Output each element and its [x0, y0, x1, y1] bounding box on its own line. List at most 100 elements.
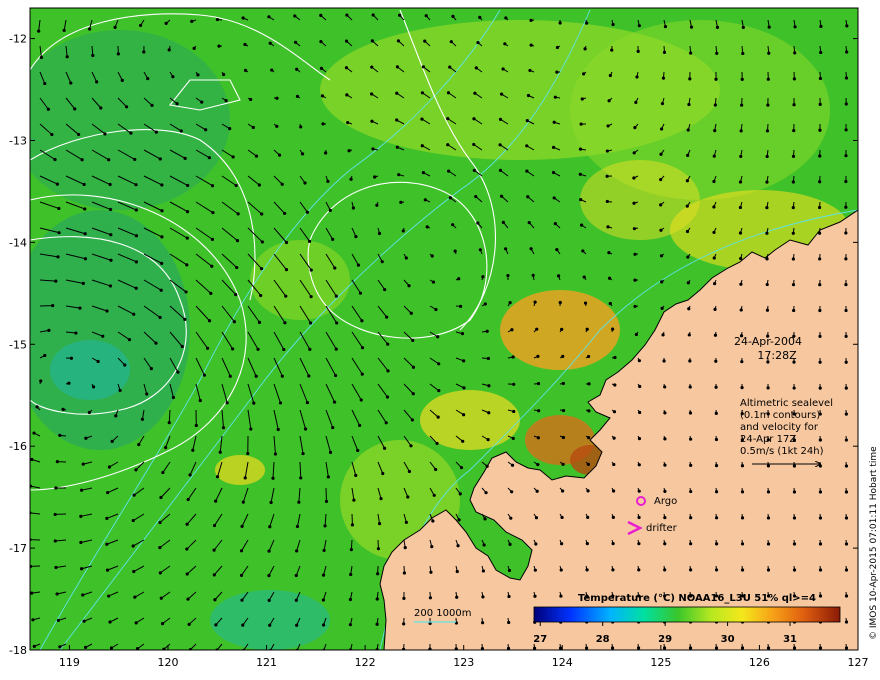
velocity-arrow-head [212, 573, 216, 577]
velocity-arrow-head [607, 99, 611, 103]
velocity-arrow-head [164, 445, 168, 450]
velocity-arrow-head [533, 568, 537, 572]
velocity-arrow-head [235, 265, 239, 270]
velocity-arrow-head [765, 308, 770, 312]
velocity-arrow-head [228, 126, 232, 131]
velocity-arrow-head [792, 490, 797, 494]
velocity-arrow-head [212, 523, 217, 528]
velocity-arrow-head [231, 155, 235, 159]
velocity-arrow-head [54, 279, 58, 283]
velocity-arrow-head [424, 14, 428, 18]
velocity-arrow-head [739, 129, 743, 133]
velocity-arrow-head [259, 267, 264, 271]
velocity-arrow-head [638, 410, 642, 415]
velocity-arrow-head [321, 623, 326, 627]
velocity-arrow-head [486, 438, 490, 442]
velocity-arrow-head [553, 221, 557, 226]
velocity-arrow-head [222, 72, 226, 77]
velocity-arrow-head [108, 620, 112, 624]
velocity-arrow-head [712, 256, 716, 260]
velocity-arrow-head [187, 622, 191, 626]
velocity-arrow-head [844, 154, 848, 158]
velocity-arrow-head [503, 247, 508, 251]
velocity-arrow-head [58, 433, 62, 438]
velocity-arrow-head [328, 208, 332, 212]
velocity-arrow-head [689, 25, 694, 29]
velocity-arrow-head [455, 569, 459, 574]
velocity-arrow-head [324, 151, 328, 155]
velocity-arrow-head [134, 286, 138, 290]
velocity-arrow-head [509, 516, 513, 520]
x-tick-label: 126 [749, 656, 770, 669]
velocity-arrow-head [844, 283, 848, 287]
velocity-arrow-head [612, 410, 617, 414]
velocity-arrow-head [485, 464, 489, 468]
velocity-arrow-head [260, 240, 264, 244]
velocity-arrow-head [818, 283, 822, 287]
velocity-arrow-head [134, 208, 138, 212]
velocity-arrow-head [403, 546, 407, 550]
velocity-arrow-head [536, 381, 541, 386]
velocity-arrow-head [559, 594, 563, 598]
velocity-arrow-head [386, 342, 390, 346]
velocity-arrow-head [459, 466, 464, 470]
velocity-arrow-head [508, 300, 512, 305]
velocity-arrow-head [210, 264, 214, 268]
velocity-arrow-head [47, 328, 51, 333]
velocity-arrow-head [158, 571, 162, 575]
velocity-arrow-head [407, 284, 411, 288]
velocity-arrow-head [91, 385, 96, 389]
velocity-arrow-head [109, 646, 114, 650]
colorbar-tick-label: 30 [721, 634, 735, 645]
velocity-arrow-head [579, 197, 583, 202]
velocity-arrow-head [371, 147, 375, 151]
velocity-arrow-head [499, 194, 504, 198]
velocity-arrow-head [606, 124, 610, 128]
velocity-arrow-head [91, 53, 95, 58]
velocity-arrow-head [512, 382, 516, 386]
velocity-arrow-head [474, 66, 478, 70]
velocity-arrow-head [460, 332, 465, 336]
velocity-arrow-head [436, 415, 440, 419]
velocity-arrow-head [844, 102, 848, 106]
velocity-arrow-head [474, 194, 478, 199]
velocity-arrow-head [578, 172, 582, 176]
velocity-arrow-head [659, 177, 663, 182]
velocity-arrow-head [349, 548, 353, 552]
velocity-arrow-head [282, 347, 286, 352]
velocity-arrow-head [561, 462, 565, 466]
velocity-arrow-head [240, 524, 244, 528]
velocity-arrow-head [297, 500, 301, 504]
velocity-arrow-head [637, 24, 641, 28]
legend-drifter: drifter [646, 523, 678, 534]
velocity-arrow-head [257, 320, 262, 324]
velocity-arrow-head [792, 386, 796, 390]
velocity-arrow-head [402, 622, 406, 626]
velocity-arrow-head [271, 476, 275, 480]
velocity-arrow-head [844, 412, 848, 416]
velocity-arrow-head [167, 48, 171, 52]
velocity-arrow-head [352, 498, 356, 502]
velocity-arrow-head [686, 281, 690, 285]
velocity-arrow-head [498, 143, 502, 147]
velocity-arrow-head [818, 542, 823, 546]
velocity-arrow-head [396, 39, 401, 43]
velocity-arrow-head [53, 157, 57, 162]
velocity-arrow-head [818, 102, 822, 106]
velocity-arrow-head [105, 542, 109, 546]
velocity-arrow-head [110, 439, 114, 443]
velocity-arrow-head [81, 462, 85, 466]
velocity-arrow-head [256, 347, 260, 351]
legend-argo: Argo [654, 496, 677, 507]
velocity-arrow-head [741, 25, 745, 29]
velocity-arrow-head [605, 174, 609, 178]
velocity-arrow-head [526, 93, 531, 98]
velocity-arrow-head [62, 28, 66, 32]
velocity-arrow-head [715, 25, 720, 29]
velocity-arrow-head [663, 542, 667, 546]
velocity-arrow-head [411, 338, 415, 343]
velocity-arrow-head [134, 468, 138, 472]
velocity-arrow-head [375, 203, 379, 207]
velocity-arrow-head [295, 524, 300, 529]
velocity-arrow-head [713, 333, 718, 337]
